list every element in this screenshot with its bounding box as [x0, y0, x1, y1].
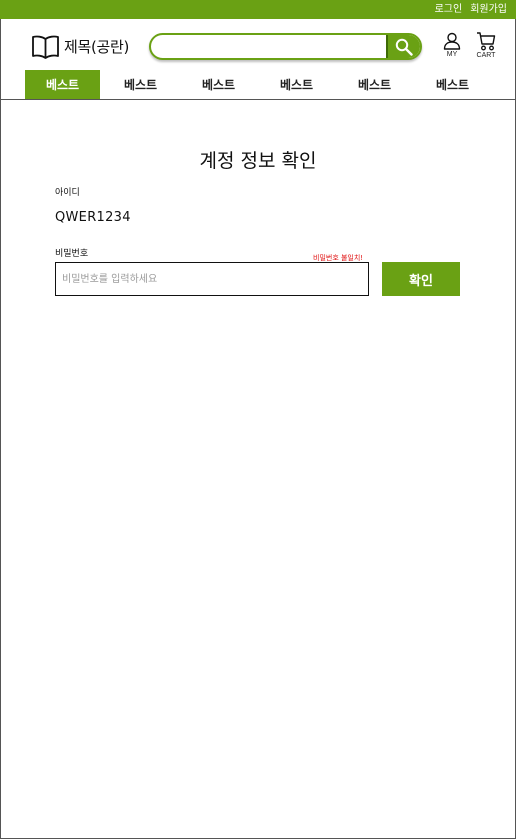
open-book-icon	[32, 35, 59, 59]
password-label: 비밀번호	[55, 249, 89, 259]
category-nav: 베스트 베스트 베스트 베스트 베스트 베스트	[0, 70, 516, 100]
signup-link[interactable]: 회원가입	[470, 3, 507, 16]
my-label: MY	[446, 51, 458, 58]
nav-tab-1[interactable]: 베스트	[25, 70, 100, 99]
search-button[interactable]	[386, 35, 420, 58]
site-logo[interactable]: 제목(공란)	[31, 34, 129, 59]
cart-icon	[477, 32, 496, 51]
cart-button[interactable]: CART	[473, 32, 499, 59]
id-value: QWER1234	[55, 210, 131, 225]
nav-tab-6[interactable]: 베스트	[415, 70, 490, 99]
nav-tab-3[interactable]: 베스트	[181, 70, 256, 99]
my-page-button[interactable]: MY	[440, 32, 464, 58]
user-icon	[443, 32, 461, 50]
page-title: 계정 정보 확인	[199, 150, 317, 172]
top-bar: 로그인 회원가입	[0, 0, 516, 19]
confirm-button[interactable]: 확인	[382, 262, 460, 296]
search-icon	[395, 38, 413, 56]
id-label: 아이디	[55, 188, 80, 198]
page-frame	[0, 0, 516, 839]
search-bar	[149, 33, 422, 60]
password-input[interactable]	[55, 262, 369, 296]
search-input[interactable]	[161, 37, 383, 56]
nav-tab-2[interactable]: 베스트	[103, 70, 178, 99]
cart-label: CART	[476, 52, 496, 59]
nav-tab-5[interactable]: 베스트	[337, 70, 412, 99]
site-title: 제목(공란)	[64, 38, 130, 56]
nav-tab-4[interactable]: 베스트	[259, 70, 334, 99]
login-link[interactable]: 로그인	[435, 3, 463, 16]
top-links: 로그인 회원가입	[435, 3, 507, 16]
